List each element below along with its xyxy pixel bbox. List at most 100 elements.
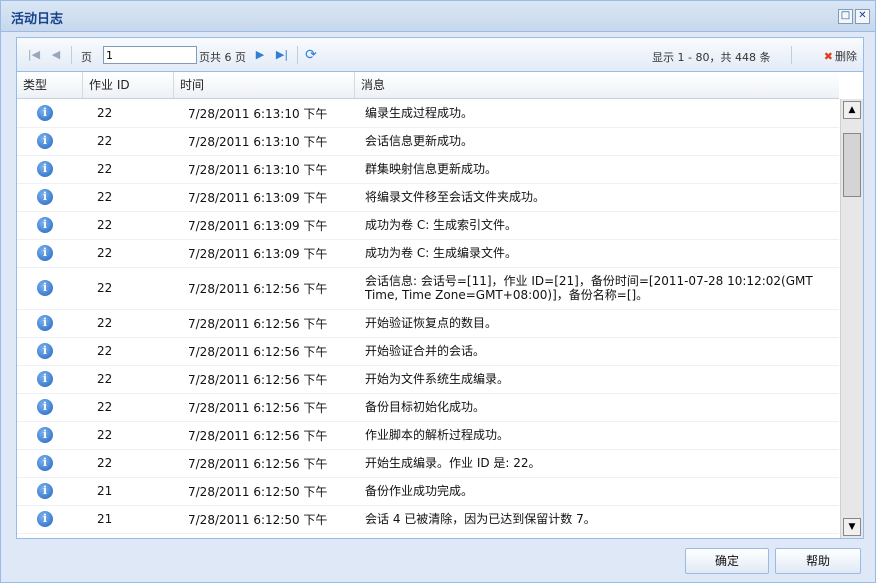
job-id-cell: 21 <box>97 484 113 498</box>
message-cell: 开始为文件系统生成编录。 <box>365 372 510 386</box>
type-cell: i <box>17 239 83 267</box>
table-row[interactable]: i 22 7/28/2011 6:12:56 下午 开始验证合并的会话。 <box>17 337 839 366</box>
info-icon: i <box>37 427 53 443</box>
info-icon: i <box>37 217 53 233</box>
table-row[interactable]: i 21 7/28/2011 6:12:50 下午 会话 4 已被清除，因为已达到保留… <box>17 505 839 534</box>
job-id-cell: 22 <box>97 281 113 295</box>
info-icon: i <box>37 133 53 149</box>
table-row[interactable]: i 21 7/28/2011 6:12:50 下午 备份作业成功完成。 <box>17 477 839 506</box>
message-cell: 群集映射信息更新成功。 <box>365 162 498 176</box>
maximize-icon[interactable]: □ <box>838 9 853 24</box>
scroll-up-arrow-icon[interactable]: ▲ <box>843 101 861 119</box>
prev-page-icon[interactable]: ◀ <box>49 48 63 62</box>
job-id-cell: 22 <box>97 344 113 358</box>
time-cell: 7/28/2011 6:12:56 下午 <box>188 456 328 471</box>
table-row[interactable]: i 22 7/28/2011 6:13:10 下午 会话信息更新成功。 <box>17 127 839 156</box>
job-id-cell: 22 <box>97 372 113 386</box>
table-row[interactable]: i 22 7/28/2011 6:13:10 下午 编录生成过程成功。 <box>17 99 839 128</box>
table-row[interactable]: i 22 7/28/2011 6:13:09 下午 成功为卷 C: 生成编录文件。 <box>17 239 839 268</box>
info-icon: i <box>37 455 53 471</box>
table-row[interactable]: i 22 7/28/2011 6:12:56 下午 备份目标初始化成功。 <box>17 393 839 422</box>
job-id-cell: 22 <box>97 246 113 260</box>
time-cell: 7/28/2011 6:12:50 下午 <box>188 512 328 527</box>
page-number-input[interactable] <box>103 46 197 64</box>
window-title: 活动日志 <box>11 12 64 27</box>
time-cell: 7/28/2011 6:13:10 下午 <box>188 134 328 149</box>
time-cell: 7/28/2011 6:12:56 下午 <box>188 316 328 331</box>
type-cell: i <box>17 155 83 183</box>
close-icon[interactable]: ✕ <box>855 9 870 24</box>
info-icon: i <box>37 245 53 261</box>
log-rows: i 22 7/28/2011 6:13:10 下午 编录生成过程成功。 i 22 7/28/… <box>17 99 839 538</box>
job-id-cell: 22 <box>97 316 113 330</box>
table-row[interactable]: i 22 7/28/2011 6:13:10 下午 群集映射信息更新成功。 <box>17 155 839 184</box>
refresh-icon[interactable]: ⟳ <box>304 48 318 62</box>
table-row[interactable]: i 22 7/28/2011 6:13:09 下午 将编录文件移至会话文件夹成功。 <box>17 183 839 212</box>
scroll-down-arrow-icon[interactable]: ▼ <box>843 518 861 536</box>
message-cell: 备份目标初始化成功。 <box>365 400 486 414</box>
time-cell: 7/28/2011 6:13:09 下午 <box>188 190 328 205</box>
job-id-cell: 22 <box>97 190 113 204</box>
info-icon: i <box>37 315 53 331</box>
first-page-icon[interactable]: |◀ <box>27 48 41 62</box>
info-icon: i <box>37 483 53 499</box>
info-icon: i <box>37 343 53 359</box>
table-row[interactable]: i 22 7/28/2011 6:12:56 下午 开始验证恢复点的数目。 <box>17 309 839 338</box>
column-header-time[interactable]: 时间 <box>174 72 355 98</box>
help-button[interactable]: 帮助 <box>775 548 861 574</box>
page-label: 页 <box>81 51 92 64</box>
message-cell: 成功为卷 C: 生成索引文件。 <box>365 218 518 232</box>
info-icon: i <box>37 511 53 527</box>
time-cell: 7/28/2011 6:13:10 下午 <box>188 162 328 177</box>
type-cell: i <box>17 449 83 477</box>
delete-button[interactable]: ✖ 删除 <box>824 48 857 64</box>
message-cell: 作业脚本的解析过程成功。 <box>365 428 510 442</box>
job-id-cell: 22 <box>97 218 113 232</box>
column-header-job-id[interactable]: 作业 ID <box>83 72 174 98</box>
next-page-icon[interactable]: ▶ <box>253 48 267 62</box>
time-cell: 7/28/2011 6:12:56 下午 <box>188 372 328 387</box>
time-cell: 7/28/2011 6:12:56 下午 <box>188 281 328 296</box>
message-cell: 开始验证合并的会话。 <box>365 344 486 358</box>
message-cell: 编录生成过程成功。 <box>365 106 474 120</box>
type-cell: i <box>17 477 83 505</box>
job-id-cell: 22 <box>97 162 113 176</box>
delete-label: 删除 <box>835 50 857 63</box>
last-page-icon[interactable]: ▶| <box>275 48 289 62</box>
job-id-cell: 22 <box>97 134 113 148</box>
message-cell: 开始生成编录。作业 ID 是: 22。 <box>365 456 541 470</box>
message-cell: 开始验证恢复点的数目。 <box>365 316 498 330</box>
table-row[interactable]: i 22 7/28/2011 6:12:56 下午 开始生成编录。作业 ID 是: 2… <box>17 449 839 478</box>
type-cell: i <box>17 365 83 393</box>
message-cell: 将编录文件移至会话文件夹成功。 <box>365 190 546 204</box>
vertical-scrollbar[interactable]: ▲ ▼ <box>840 99 863 538</box>
job-id-cell: 22 <box>97 106 113 120</box>
column-header-message[interactable]: 消息 <box>355 72 839 98</box>
message-cell: 备份作业成功完成。 <box>365 484 474 498</box>
grid-header: 类型 作业 ID 时间 消息 <box>17 72 839 99</box>
job-id-cell: 21 <box>97 512 113 526</box>
table-row[interactable]: i 22 7/28/2011 6:12:56 下午 作业脚本的解析过程成功。 <box>17 421 839 450</box>
time-cell: 7/28/2011 6:13:09 下午 <box>188 218 328 233</box>
table-row[interactable]: i 22 7/28/2011 6:12:56 下午 会话信息: 会话号=[11]，作业… <box>17 267 839 310</box>
info-icon: i <box>37 371 53 387</box>
table-row[interactable]: i 22 7/28/2011 6:13:09 下午 成功为卷 C: 生成索引文件。 <box>17 211 839 240</box>
page-total: 页共 6 页 <box>199 51 246 64</box>
table-row[interactable]: i 22 7/28/2011 6:12:56 下午 开始为文件系统生成编录。 <box>17 365 839 394</box>
time-cell: 7/28/2011 6:12:56 下午 <box>188 344 328 359</box>
info-icon: i <box>37 280 53 296</box>
type-cell: i <box>17 421 83 449</box>
time-cell: 7/28/2011 6:13:09 下午 <box>188 246 328 261</box>
time-cell: 7/28/2011 6:12:56 下午 <box>188 400 328 415</box>
ok-button[interactable]: 确定 <box>685 548 769 574</box>
job-id-cell: 22 <box>97 428 113 442</box>
job-id-cell: 22 <box>97 456 113 470</box>
scroll-thumb[interactable] <box>843 133 861 197</box>
time-cell: 7/28/2011 6:12:56 下午 <box>188 428 328 443</box>
time-cell: 7/28/2011 6:13:10 下午 <box>188 106 328 121</box>
type-cell: i <box>17 337 83 365</box>
info-icon: i <box>37 161 53 177</box>
toolbar-separator <box>71 46 72 64</box>
column-header-type[interactable]: 类型 <box>17 72 83 98</box>
info-icon: i <box>37 399 53 415</box>
